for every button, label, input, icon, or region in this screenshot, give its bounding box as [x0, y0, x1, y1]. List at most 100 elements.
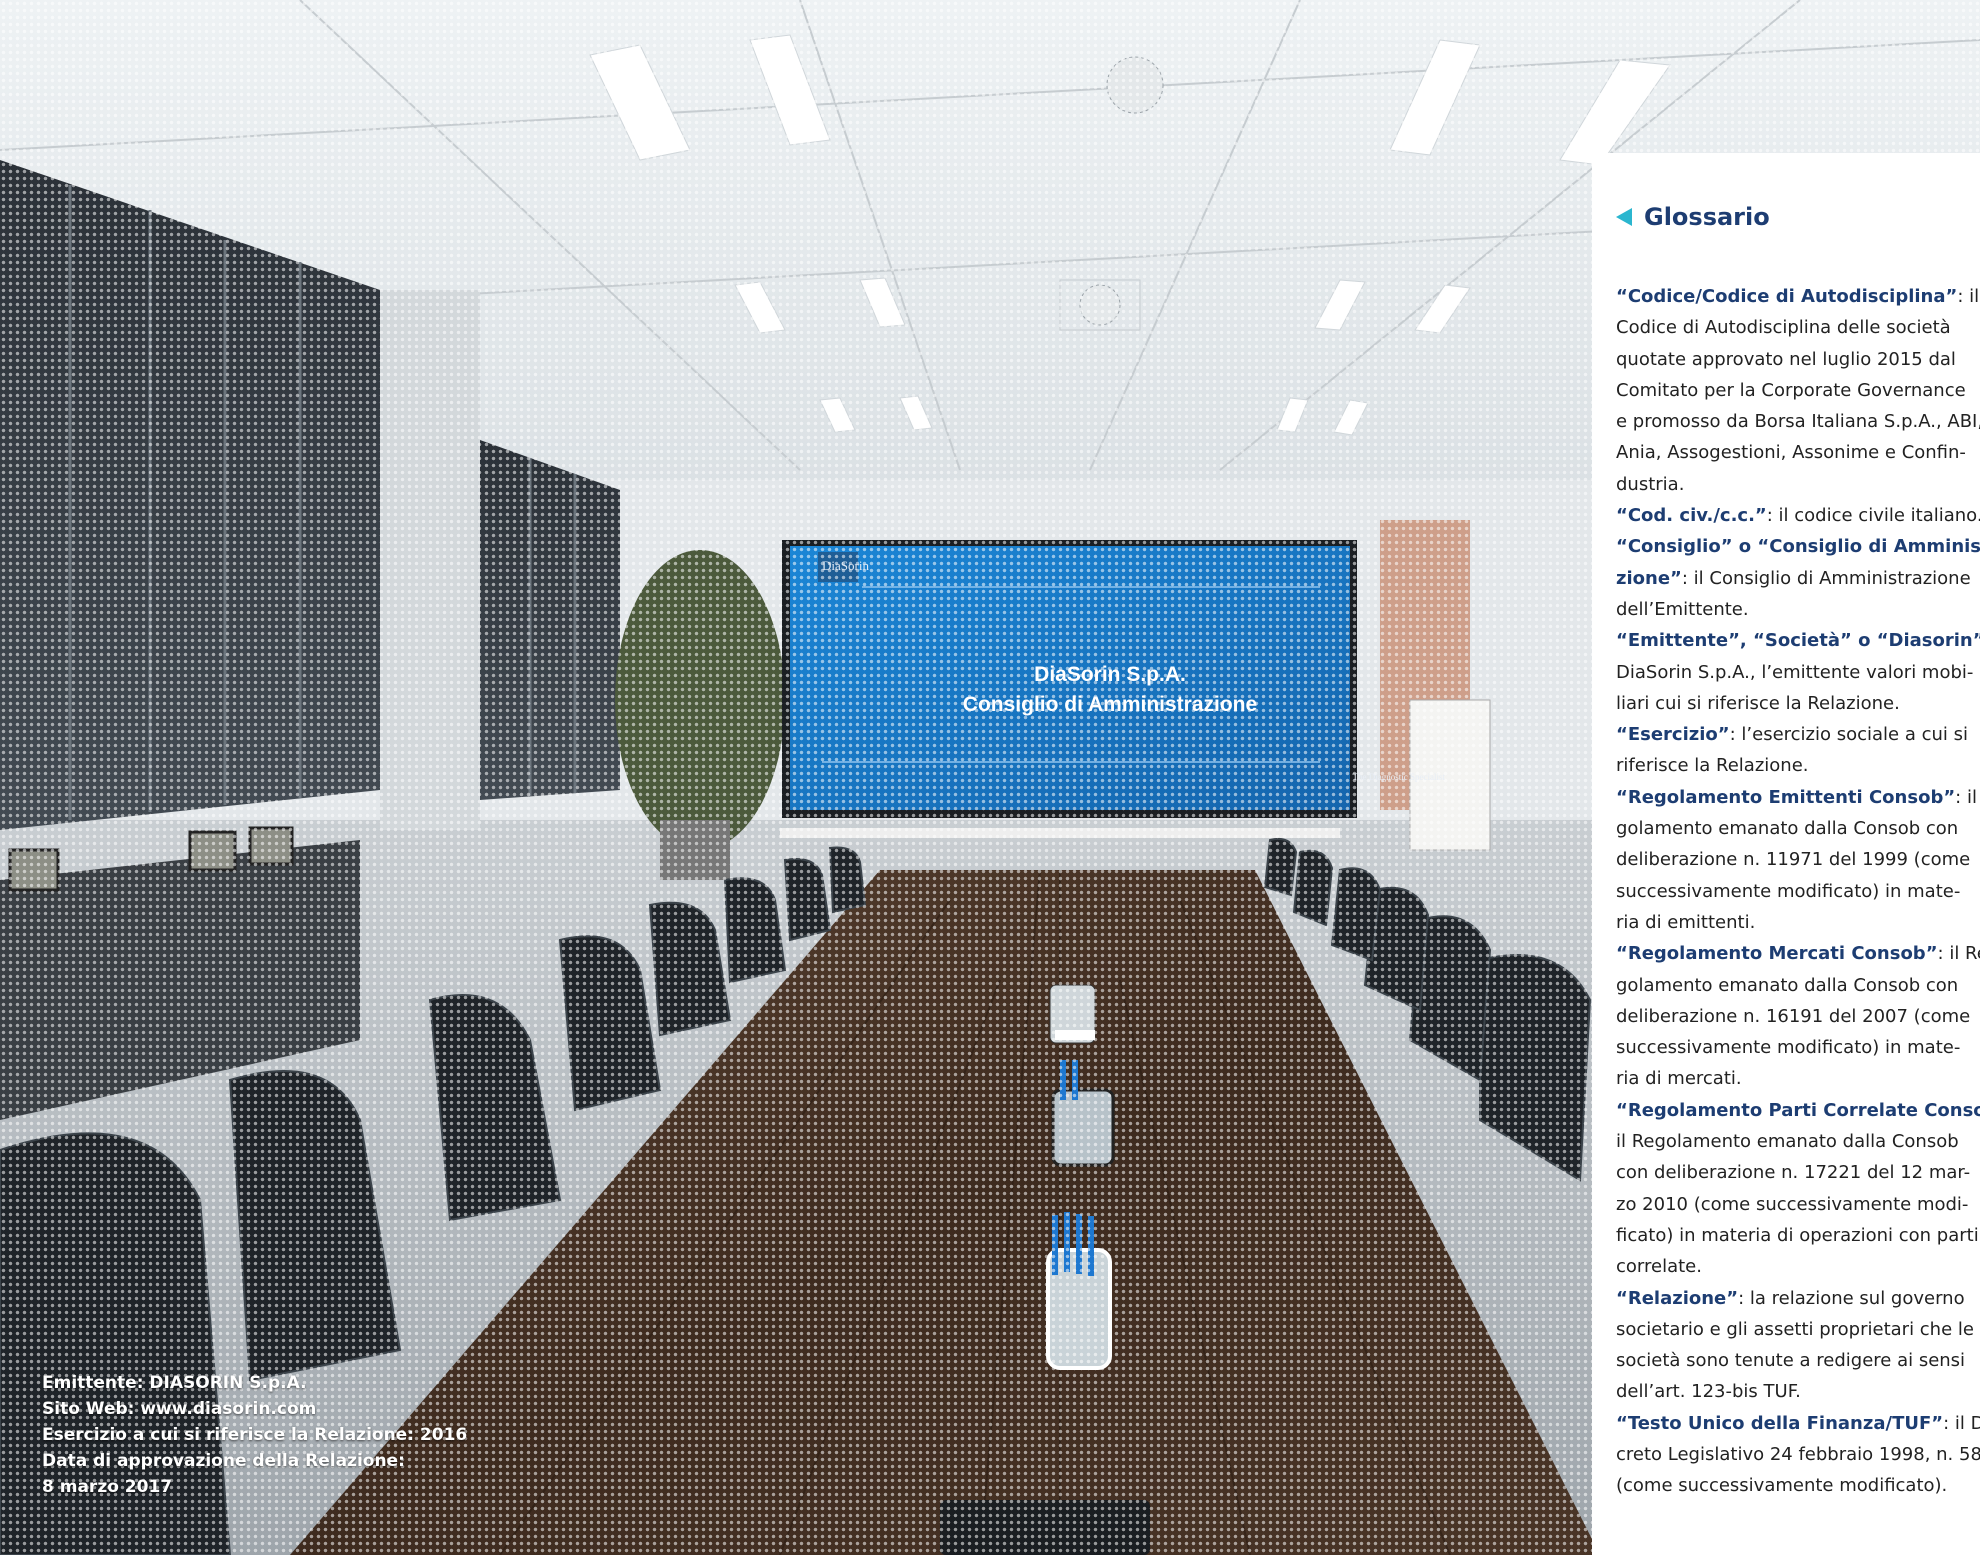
glossary-text: : il Re- — [1937, 943, 1980, 965]
glossary-heading: Glossario — [1616, 203, 1770, 231]
plant — [615, 550, 785, 850]
glossary-line: societario e gli assetti proprietari che… — [1616, 1314, 1980, 1345]
glossary-line: società sono tenute a redigere ai sensi — [1616, 1345, 1980, 1376]
glossary-line: ficato) in materia di operazioni con par… — [1616, 1220, 1980, 1251]
glossary-text: ria di emittenti. — [1616, 911, 1756, 933]
caption-website: Sito Web: www.diasorin.com — [42, 1399, 317, 1419]
caption-approval-label: Data di approvazione della Relazione: — [42, 1451, 405, 1471]
glossary-text: liari cui si riferisce la Relazione. — [1616, 692, 1900, 714]
glossary-text: (come successivamente modificato). — [1616, 1475, 1948, 1497]
glossary-text: il Regolamento emanato dalla Consob — [1616, 1131, 1959, 1153]
glossary-text: Codice di Autodisciplina delle società — [1616, 317, 1951, 339]
glossary-text: : il — [1957, 286, 1980, 307]
glossary-line: golamento emanato dalla Consob con — [1616, 813, 1980, 844]
glossary-text: : la relazione sul governo — [1738, 1287, 1965, 1309]
glossary-text: Comitato per la Corporate Governance — [1616, 379, 1966, 401]
glossary-line: con deliberazione n. 17221 del 12 mar- — [1616, 1157, 1980, 1188]
glossary-term: “Esercizio” — [1616, 724, 1730, 746]
glossary-line: “Regolamento Parti Correlate Consob”: — [1616, 1095, 1980, 1126]
glossary-text: societario e gli assetti proprietari che… — [1616, 1318, 1974, 1340]
glossary-text: : il codice civile italiano. — [1766, 505, 1980, 527]
glossary-body: “Codice/Codice di Autodisciplina”: il Cod… — [1616, 281, 1980, 1502]
screen-title-line2: Consiglio di Amministrazione — [962, 693, 1258, 716]
glossary-line: Comitato per la Corporate Governance — [1616, 375, 1980, 406]
glossary-line: deliberazione n. 11971 del 1999 (come — [1616, 844, 1980, 875]
glossary-line: zione”: il Consiglio di Amministrazione — [1616, 563, 1980, 594]
caption-issuer: Emittente: DIASORIN S.p.A. — [42, 1373, 307, 1393]
glossary-text: ficato) in materia di operazioni con par… — [1616, 1224, 1979, 1246]
glossary-text: e promosso da Borsa Italiana S.p.A., ABI… — [1616, 411, 1980, 433]
caption-fiscal-year: Esercizio a cui si riferisce la Relazion… — [42, 1425, 468, 1445]
glossary-panel: Glossario “Codice/Codice di Autodiscipli… — [1592, 153, 1980, 1555]
glossary-title: Glossario — [1644, 203, 1770, 231]
glossary-term: “Regolamento Mercati Consob” — [1616, 943, 1938, 965]
glossary-line: Codice di Autodisciplina delle società — [1616, 312, 1980, 343]
glossary-term: zione” — [1616, 567, 1682, 589]
glossary-line: “Regolamento Emittenti Consob”: il Re- — [1616, 782, 1980, 813]
glossary-text: dell’art. 123-bis TUF. — [1616, 1381, 1801, 1403]
glossary-term: “Consiglio” o “Consiglio di Amministra- — [1616, 536, 1980, 558]
glossary-text: deliberazione n. 16191 del 2007 (come — [1616, 1005, 1971, 1027]
glossary-line: successivamente modificato) in mate- — [1616, 876, 1980, 907]
glossary-line: DiaSorin S.p.A., l’emittente valori mobi… — [1616, 657, 1980, 688]
glossary-term: “Regolamento Parti Correlate Consob” — [1616, 1099, 1980, 1121]
screen-logo: DiaSorin — [822, 558, 869, 573]
glossary-text: ria di mercati. — [1616, 1068, 1742, 1090]
glossary-line: quotate approvato nel luglio 2015 dal — [1616, 344, 1980, 375]
glossary-text: correlate. — [1616, 1256, 1702, 1278]
glossary-line: correlate. — [1616, 1251, 1980, 1282]
glossary-line: dell’Emittente. — [1616, 594, 1980, 625]
glossary-line: deliberazione n. 16191 del 2007 (come — [1616, 1001, 1980, 1032]
glossary-line: “Codice/Codice di Autodisciplina”: il — [1616, 281, 1980, 312]
glossary-text: successivamente modificato) in mate- — [1616, 1037, 1961, 1059]
glossary-line: ria di emittenti. — [1616, 907, 1980, 938]
glossary-text: golamento emanato dalla Consob con — [1616, 818, 1959, 840]
glossary-text: : il Re- — [1955, 786, 1980, 808]
glossary-text: : l’esercizio sociale a cui si — [1729, 724, 1969, 746]
glossary-text: : il De- — [1943, 1412, 1980, 1434]
glossary-line: dell’art. 123-bis TUF. — [1616, 1376, 1980, 1407]
glossary-line: “Emittente”, “Società” o “Diasorin”: — [1616, 625, 1980, 656]
glossary-line: “Cod. civ./c.c.”: il codice civile itali… — [1616, 500, 1980, 531]
glossary-line: “Esercizio”: l’esercizio sociale a cui s… — [1616, 719, 1980, 750]
glossary-line: golamento emanato dalla Consob con — [1616, 970, 1980, 1001]
arrow-left-icon — [1616, 208, 1632, 226]
glossary-text: dell’Emittente. — [1616, 598, 1749, 620]
glossary-line: creto Legislativo 24 febbraio 1998, n. 5… — [1616, 1439, 1980, 1470]
glossary-text: DiaSorin S.p.A., l’emittente valori mobi… — [1616, 661, 1974, 683]
glossary-line: zo 2010 (come successivamente modi- — [1616, 1189, 1980, 1220]
glossary-line: successivamente modificato) in mate- — [1616, 1032, 1980, 1063]
glossary-line: ria di mercati. — [1616, 1063, 1980, 1094]
caption-approval-date: 8 marzo 2017 — [42, 1477, 173, 1497]
glossary-term: “Emittente”, “Società” o “Diasorin” — [1616, 630, 1980, 652]
glossary-term: “Regolamento Emittenti Consob” — [1616, 786, 1956, 808]
screen-title-line1: DiaSorin S.p.A. — [1034, 663, 1186, 686]
glossary-text: deliberazione n. 11971 del 1999 (come — [1616, 849, 1971, 871]
glossary-text: zo 2010 (come successivamente modi- — [1616, 1193, 1969, 1215]
glossary-text: golamento emanato dalla Consob con — [1616, 974, 1959, 996]
glossary-line: il Regolamento emanato dalla Consob — [1616, 1126, 1980, 1157]
glossary-line: Ania, Assogestioni, Assonime e Confin- — [1616, 437, 1980, 468]
glossary-term: “Cod. civ./c.c.” — [1616, 505, 1767, 527]
glossary-text: dustria. — [1616, 473, 1685, 495]
glossary-line: liari cui si riferisce la Relazione. — [1616, 688, 1980, 719]
glossary-line: dustria. — [1616, 469, 1980, 500]
glossary-text: creto Legislativo 24 febbraio 1998, n. 5… — [1616, 1443, 1980, 1465]
issuer-caption: Emittente: DIASORIN S.p.A. Sito Web: www… — [42, 1370, 482, 1500]
glossary-term: “Relazione” — [1616, 1287, 1739, 1309]
glossary-line: “Regolamento Mercati Consob”: il Re- — [1616, 938, 1980, 969]
glossary-term: “Codice/Codice di Autodisciplina” — [1616, 286, 1958, 307]
glossary-line: “Testo Unico della Finanza/TUF”: il De- — [1616, 1408, 1980, 1439]
glossary-line: “Relazione”: la relazione sul governo — [1616, 1283, 1980, 1314]
glossary-text: : il Consiglio di Amministrazione — [1681, 567, 1971, 589]
glossary-line: (come successivamente modificato). — [1616, 1470, 1980, 1501]
glossary-line: “Consiglio” o “Consiglio di Amministra- — [1616, 531, 1980, 562]
glossary-line: e promosso da Borsa Italiana S.p.A., ABI… — [1616, 406, 1980, 437]
glossary-line: riferisce la Relazione. — [1616, 750, 1980, 781]
glossary-text: quotate approvato nel luglio 2015 dal — [1616, 348, 1956, 370]
glossary-text: società sono tenute a redigere ai sensi — [1616, 1350, 1966, 1372]
screen-tagline: The Diagnostic Specialist — [1352, 772, 1445, 782]
glossary-text: con deliberazione n. 17221 del 12 mar- — [1616, 1162, 1971, 1184]
glossary-text: Ania, Assogestioni, Assonime e Confin- — [1616, 442, 1966, 464]
glossary-text: successivamente modificato) in mate- — [1616, 880, 1961, 902]
